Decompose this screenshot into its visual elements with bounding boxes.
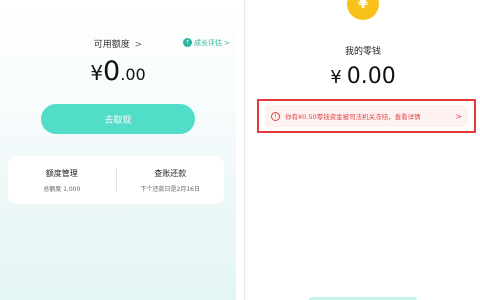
balance-value: 0.00 (346, 64, 396, 89)
next-repayment-date: 下个还款日是2月16日 (140, 185, 200, 193)
wallet-panel: ¥ 我的零钱 ¥ 0.00 ! 你有¥0.50零钱资金被司法机关冻结，查看详情 … (244, 0, 480, 300)
bill-repayment-title: 查账还款 (154, 168, 187, 178)
currency-symbol: ¥ (330, 67, 342, 88)
quota-info-card: 额度管理 总额度 1,000 查账还款 下个还款日是2月16日 (8, 156, 224, 204)
quota-management-title: 额度管理 (45, 168, 78, 178)
chevron-right-icon: > (455, 111, 462, 121)
growth-assessment-link[interactable]: ↑ 成长评估 > (183, 36, 230, 49)
bill-repayment-entry[interactable]: 查账还款 下个还款日是2月16日 (117, 168, 225, 193)
amount-decimal: .00 (120, 65, 146, 84)
currency-symbol: ¥ (90, 61, 104, 85)
credit-panel: 可用额度 > ↑ 成长评估 > ¥0.00 去取现 额度管理 总额度 1,000… (0, 0, 236, 300)
total-quota-text: 总额度 1,000 (43, 185, 81, 193)
chevron-right-icon: > (224, 38, 230, 47)
frozen-funds-text: 你有¥0.50零钱资金被司法机关冻结，查看详情 (285, 113, 421, 121)
amount-integer: 0 (103, 56, 121, 87)
yuan-coin-icon: ¥ (347, 0, 379, 20)
growth-arrow-icon: ↑ (183, 38, 192, 47)
my-change-title: 我的零钱 (344, 47, 381, 57)
chevron-right-icon: > (134, 40, 143, 50)
quota-management-entry[interactable]: 额度管理 总额度 1,000 (8, 168, 116, 193)
warning-icon: ! (271, 111, 280, 121)
frozen-funds-notice[interactable]: ! 你有¥0.50零钱资金被司法机关冻结，查看详情 > (265, 105, 468, 127)
withdraw-cash-button[interactable]: 去取现 (41, 104, 195, 134)
frozen-funds-highlight: ! 你有¥0.50零钱资金被司法机关冻结，查看详情 > (257, 99, 476, 133)
change-balance: ¥ 0.00 (245, 64, 480, 89)
available-quota-amount: ¥0.00 (0, 56, 236, 87)
growth-assessment-text: 成长评估 (194, 38, 222, 47)
available-quota-text: 可用额度 (93, 40, 130, 50)
